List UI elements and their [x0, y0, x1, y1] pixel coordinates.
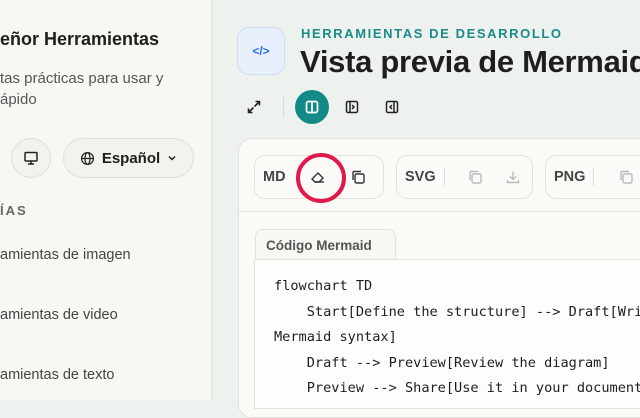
png-group: PNG: [545, 155, 640, 199]
code-line: Draft --> Preview[Review the diagram]: [274, 354, 610, 371]
code-icon: </>: [237, 27, 285, 75]
copy-icon: [469, 170, 483, 184]
copy-svg-button[interactable]: [457, 157, 495, 197]
group-divider: [443, 168, 445, 186]
category-overline: HERRAMIENTAS DE DESARROLLO: [301, 26, 563, 41]
columns-icon: [305, 100, 319, 114]
code-line: Preview --> Share[Use it in your documen…: [274, 380, 640, 396]
copy-icon: [620, 170, 634, 184]
code-line: Start[Define the structure] --> Draft[Wr…: [274, 303, 640, 320]
card-divider: [239, 211, 640, 212]
copy-png-button[interactable]: [606, 157, 640, 197]
group-divider: [593, 168, 595, 186]
language-select[interactable]: Español: [63, 138, 194, 178]
chevron-down-icon: [168, 155, 176, 161]
sidebar: eñor Herramientas tas prácticas para usa…: [0, 0, 212, 400]
monitor-icon: [24, 151, 38, 165]
sidebar-item-text-tools[interactable]: amientas de texto: [0, 367, 114, 383]
code-editor[interactable]: flowchart TD Start[Define the structure]…: [254, 259, 640, 409]
site-title: eñor Herramientas: [0, 29, 160, 49]
md-label: MD: [263, 169, 286, 185]
toolbar-divider: [283, 97, 284, 117]
split-view-button[interactable]: [295, 90, 329, 124]
page-title: Vista previa de Mermaid: [300, 44, 640, 79]
download-icon: [506, 171, 520, 184]
code-line: flowchart TD: [274, 278, 373, 294]
tab-mermaid-code[interactable]: Código Mermaid: [255, 229, 396, 260]
expand-icon: [247, 100, 261, 114]
sidebar-item-video-tools[interactable]: amientas de video: [0, 307, 118, 323]
panel-right-icon: [345, 100, 359, 114]
code-line: Mermaid syntax]: [274, 329, 397, 345]
site-subtitle-line2: ápido: [0, 91, 37, 108]
sidebar-item-image-tools[interactable]: amientas de imagen: [0, 247, 131, 263]
categories-heading: ÍAS: [0, 203, 28, 218]
svg-group: SVG: [396, 155, 533, 199]
preview-only-button[interactable]: [335, 90, 369, 124]
site-subtitle-line1: tas prácticas para usar y: [0, 70, 164, 87]
copy-icon: [351, 170, 365, 184]
png-label: PNG: [554, 169, 586, 185]
editor-only-button[interactable]: [375, 90, 409, 124]
globe-icon: [80, 151, 94, 165]
panel-left-icon: [385, 100, 399, 114]
language-label: Español: [101, 149, 161, 167]
fullscreen-button[interactable]: [237, 90, 271, 124]
display-mode-button[interactable]: [11, 138, 51, 178]
highlight-circle: [296, 153, 346, 203]
svg-label: SVG: [405, 169, 436, 185]
download-svg-button[interactable]: [494, 157, 532, 197]
